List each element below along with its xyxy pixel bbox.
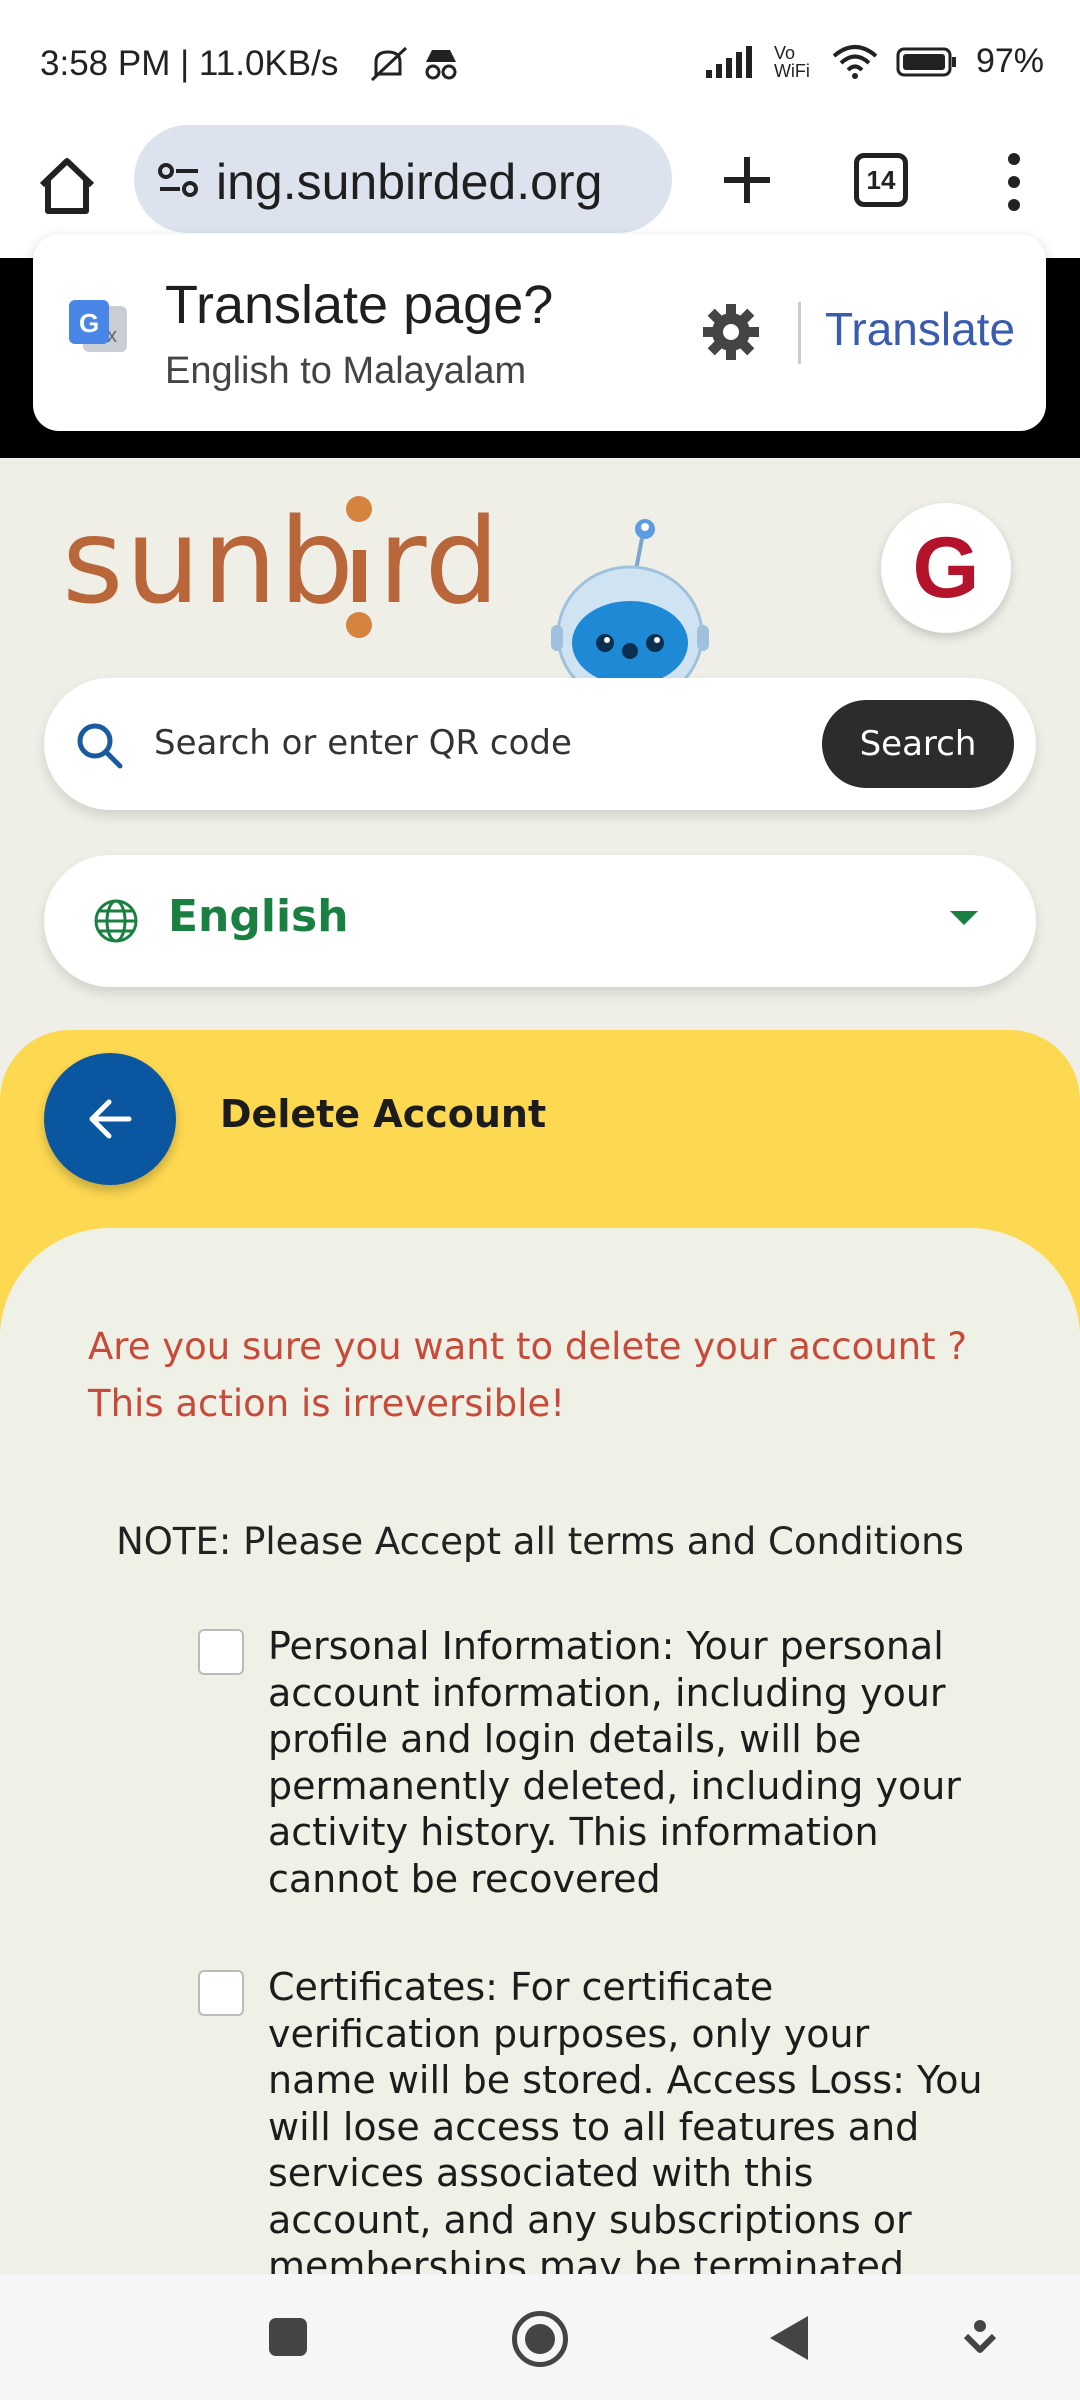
- battery-icon: [896, 47, 956, 76]
- chevron-down-icon: [950, 911, 978, 925]
- chevron-down-icon[interactable]: [960, 2318, 1000, 2358]
- term-personal-info: Personal Information: Your personal acco…: [198, 1623, 988, 1902]
- delete-account-card: Are you sure you want to delete your acc…: [0, 1228, 1080, 2274]
- vowifi-label: Vo WiFi: [773, 42, 810, 81]
- home-button[interactable]: [512, 2311, 568, 2367]
- term-text: Personal Information: Your personal acco…: [268, 1624, 961, 1901]
- sunbird-logo[interactable]: sunb rd: [62, 492, 492, 642]
- search-bar: Search: [44, 678, 1036, 810]
- term-checkbox[interactable]: [198, 1970, 244, 2016]
- search-input[interactable]: [154, 718, 754, 768]
- svg-text:x: x: [107, 325, 117, 347]
- signal-icon: [705, 45, 752, 78]
- mute-icon: [370, 46, 408, 82]
- term-text: Certificates: For certificate verificati…: [268, 1965, 983, 2274]
- term-checkbox[interactable]: [198, 1629, 244, 1675]
- globe-icon: [94, 899, 138, 943]
- home-icon[interactable]: [32, 151, 102, 221]
- language-select[interactable]: English: [44, 855, 1036, 987]
- back-nav-button[interactable]: [770, 2316, 808, 2360]
- delete-warning: Are you sure you want to delete your acc…: [88, 1325, 968, 1425]
- back-button[interactable]: [44, 1053, 176, 1185]
- tab-switcher-button[interactable]: 14: [854, 153, 908, 207]
- system-nav-bar: [0, 2274, 1080, 2400]
- status-time: 3:58 PM | 11.0KB/s: [40, 44, 339, 83]
- avatar-letter: G: [912, 519, 980, 616]
- language-selected: English: [168, 891, 349, 942]
- search-button[interactable]: Search: [822, 700, 1014, 788]
- avatar[interactable]: G: [881, 503, 1011, 633]
- recents-button[interactable]: [269, 2318, 307, 2356]
- site-settings-icon[interactable]: [156, 157, 202, 203]
- wifi-icon: [832, 44, 878, 79]
- translate-title: Translate page?: [165, 275, 554, 335]
- page-title: Delete Account: [220, 1092, 547, 1136]
- translate-subtitle: English to Malayalam: [165, 350, 527, 392]
- more-menu-icon[interactable]: [996, 147, 1032, 217]
- translate-popup: Gx Translate page? English to Malayalam …: [33, 234, 1046, 431]
- svg-text:rd: rd: [378, 492, 492, 630]
- url-text: ing.sunbirded.org: [216, 154, 603, 210]
- svg-text:G: G: [79, 308, 99, 338]
- address-bar[interactable]: ing.sunbirded.org: [134, 125, 672, 233]
- gear-icon[interactable]: [701, 302, 761, 362]
- translate-button[interactable]: Translate: [825, 302, 1015, 356]
- incognito-icon: [425, 50, 457, 80]
- svg-text:sunb: sunb: [62, 492, 356, 630]
- term-certificates: Certificates: For certificate verificati…: [198, 1964, 988, 2274]
- google-translate-icon: Gx: [69, 300, 127, 352]
- divider: [798, 302, 801, 364]
- terms-note: NOTE: Please Accept all terms and Condit…: [116, 1520, 964, 1563]
- battery-level: 97%: [975, 42, 1044, 80]
- arrow-left-icon: [89, 1099, 132, 1139]
- new-tab-icon[interactable]: [712, 145, 782, 215]
- search-icon: [77, 723, 123, 769]
- status-bar: 3:58 PM | 11.0KB/s Vo WiFi 97%: [0, 0, 1080, 125]
